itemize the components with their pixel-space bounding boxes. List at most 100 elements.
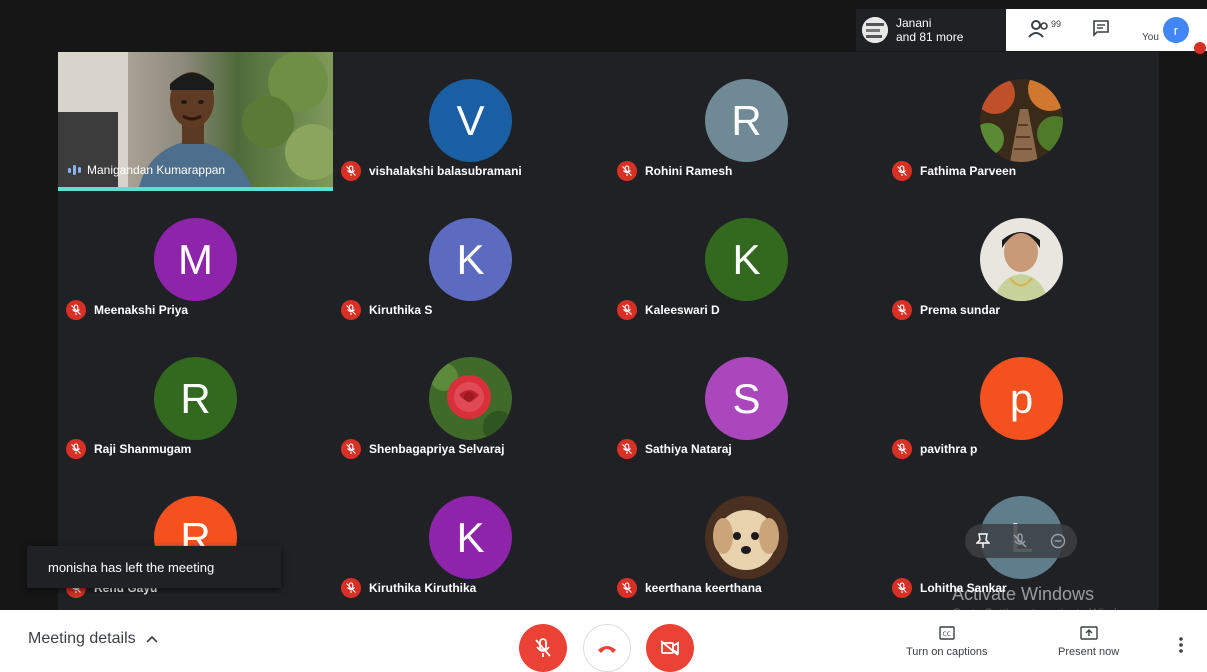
participant-name: Shenbagapriya Selvaraj xyxy=(369,442,505,456)
participant-name: Fathima Parveen xyxy=(920,164,1017,178)
participant-tile[interactable]: Fathima Parveen xyxy=(884,52,1159,191)
chevron-up-icon xyxy=(146,635,158,643)
mic-off-icon xyxy=(897,582,907,593)
muted-indicator xyxy=(892,439,912,459)
mic-off-icon xyxy=(346,582,356,593)
participant-tile[interactable]: K Kiruthika S xyxy=(333,191,608,330)
active-speaker-tile[interactable]: Manigandan Kumarappan xyxy=(58,52,333,191)
audio-level-icon xyxy=(68,165,81,175)
self-avatar: r xyxy=(1162,17,1189,43)
people-button[interactable]: 99 xyxy=(1028,19,1061,39)
mic-toggle-button[interactable] xyxy=(519,624,567,672)
participant-label: vishalakshi balasubramani xyxy=(341,161,522,181)
participant-label: keerthana keerthana xyxy=(617,578,762,598)
participant-tile[interactable]: Vvishalakshi balasubramani xyxy=(333,52,608,191)
leave-call-button[interactable] xyxy=(583,624,631,672)
presenter-chip[interactable]: Janani and 81 more xyxy=(856,9,1006,51)
participant-name: Sathiya Nataraj xyxy=(645,442,732,456)
top-right-controls: 99 You r xyxy=(1006,9,1207,54)
muted-indicator xyxy=(66,300,86,320)
participant-avatar: S xyxy=(705,357,788,440)
participant-tile[interactable]: Shenbagapriya Selvaraj xyxy=(333,330,608,469)
participant-photo xyxy=(980,79,1063,162)
present-label: Present now xyxy=(1058,646,1120,658)
participant-tile[interactable]: M Meenakshi Priya xyxy=(58,191,333,330)
participant-avatar: R xyxy=(705,79,788,162)
muted-indicator xyxy=(341,578,361,598)
pin-icon[interactable] xyxy=(976,533,990,549)
mic-off-icon xyxy=(535,638,551,657)
participant-label: Raji Shanmugam xyxy=(66,439,191,459)
participant-tile[interactable]: R Rohini Ramesh xyxy=(609,52,884,191)
svg-text:CC: CC xyxy=(942,631,950,638)
mic-off-icon xyxy=(346,165,356,176)
participant-avatar: K xyxy=(429,218,512,301)
speaker-label: Manigandan Kumarappan xyxy=(68,163,225,177)
more-options-icon[interactable] xyxy=(1178,636,1184,654)
participant-name: Raji Shanmugam xyxy=(94,442,192,456)
participant-label: Shenbagapriya Selvaraj xyxy=(341,439,504,459)
participant-avatar: M xyxy=(154,218,237,301)
participant-photo xyxy=(705,496,788,579)
participant-name: pavithra p xyxy=(920,442,978,456)
participant-tile[interactable]: keerthana keerthana xyxy=(609,469,884,608)
participant-tile[interactable]: R Raji Shanmugam xyxy=(58,330,333,469)
muted-indicator xyxy=(892,161,912,181)
bottom-bar: Meeting details CC Turn on captions Pres… xyxy=(0,610,1207,672)
mic-off-icon xyxy=(71,443,81,454)
mute-participant-icon[interactable] xyxy=(1012,533,1028,549)
participant-name: Rohini Ramesh xyxy=(645,164,733,178)
participant-name: vishalakshi balasubramani xyxy=(369,164,522,178)
self-view-button[interactable]: You r xyxy=(1142,17,1189,43)
camera-off-icon xyxy=(660,640,679,656)
mic-off-icon xyxy=(71,304,81,315)
muted-indicator xyxy=(341,300,361,320)
mic-off-icon xyxy=(897,304,907,315)
meeting-stage: Manigandan Kumarappan Vvishalakshi balas… xyxy=(0,0,1207,610)
captions-icon: CC xyxy=(939,626,955,640)
muted-indicator xyxy=(617,161,637,181)
captions-label: Turn on captions xyxy=(906,646,988,658)
participant-name: keerthana keerthana xyxy=(645,581,762,595)
participant-label: Kiruthika Kiruthika xyxy=(341,578,476,598)
participant-label: Prema sundar xyxy=(892,300,1000,320)
activate-windows-title: Activate Windows xyxy=(952,584,1095,604)
participant-tile[interactable]: S Sathiya Nataraj xyxy=(609,330,884,469)
participant-name: Meenakshi Priya xyxy=(94,303,189,317)
participant-tile[interactable]: Prema sundar xyxy=(884,191,1159,330)
self-muted-icon xyxy=(1194,42,1206,54)
tile-hover-controls xyxy=(965,524,1077,558)
present-now-button[interactable]: Present now xyxy=(1058,626,1119,658)
muted-indicator xyxy=(617,300,637,320)
muted-indicator xyxy=(892,578,912,598)
participant-avatar: K xyxy=(429,496,512,579)
participant-avatar: K xyxy=(705,218,788,301)
mic-off-icon xyxy=(346,443,356,454)
people-icon xyxy=(1028,20,1048,38)
meeting-details-button[interactable]: Meeting details xyxy=(28,630,158,648)
mic-off-icon xyxy=(622,304,632,315)
participant-label: Sathiya Nataraj xyxy=(617,439,732,459)
participant-avatar: R xyxy=(154,357,237,440)
camera-toggle-button[interactable] xyxy=(646,624,694,672)
notification-toast: monisha has left the meeting xyxy=(27,546,281,588)
present-icon xyxy=(1079,626,1098,640)
you-label: You xyxy=(1142,32,1159,43)
muted-indicator xyxy=(66,439,86,459)
mic-off-icon xyxy=(897,443,907,454)
participant-tile[interactable]: K Kiruthika Kiruthika xyxy=(333,469,608,608)
muted-indicator xyxy=(617,439,637,459)
remove-participant-icon[interactable] xyxy=(1050,533,1066,549)
participant-name: Kiruthika Kiruthika xyxy=(369,581,477,595)
mic-off-icon xyxy=(622,165,632,176)
presenter-name: Janani xyxy=(896,16,932,30)
mic-off-icon xyxy=(622,443,632,454)
captions-button[interactable]: CC Turn on captions xyxy=(906,626,988,658)
participant-label: Meenakshi Priya xyxy=(66,300,188,320)
participant-tile[interactable]: p pavithra p xyxy=(884,330,1159,469)
participant-name: Kiruthika S xyxy=(369,303,433,317)
participant-avatar: V xyxy=(429,79,512,162)
participant-label: Rohini Ramesh xyxy=(617,161,732,181)
chat-button[interactable] xyxy=(1092,19,1110,42)
participant-tile[interactable]: K Kaleeswari D xyxy=(609,191,884,330)
